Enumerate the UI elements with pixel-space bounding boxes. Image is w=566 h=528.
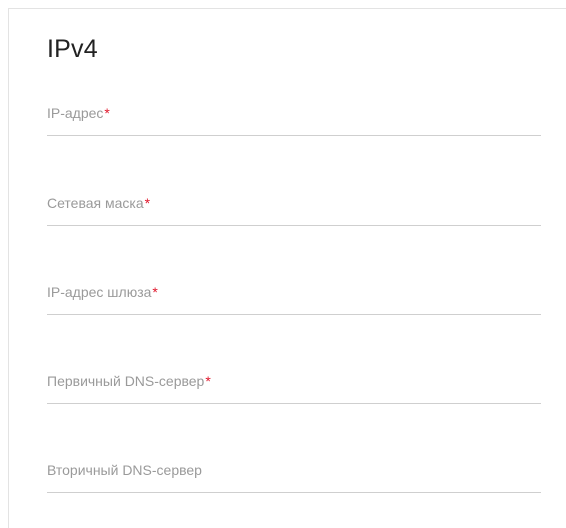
secondary-dns-underline bbox=[47, 492, 541, 493]
subnet-mask-field[interactable]: Сетевая маска* bbox=[47, 187, 541, 231]
gateway-ip-input[interactable] bbox=[47, 276, 541, 314]
secondary-dns-field[interactable]: Вторичный DNS-сервер bbox=[47, 454, 541, 498]
primary-dns-input[interactable] bbox=[47, 365, 541, 403]
primary-dns-underline bbox=[47, 403, 541, 404]
gateway-ip-underline bbox=[47, 314, 541, 315]
secondary-dns-input[interactable] bbox=[47, 454, 541, 492]
ipv4-settings-panel: IPv4 IP-адрес* Сетевая маска* IP-адрес ш… bbox=[8, 8, 566, 528]
subnet-mask-underline bbox=[47, 225, 541, 226]
gateway-ip-field[interactable]: IP-адрес шлюза* bbox=[47, 276, 541, 320]
section-title: IPv4 bbox=[47, 35, 98, 63]
subnet-mask-input[interactable] bbox=[47, 187, 541, 225]
ip-address-field[interactable]: IP-адрес* bbox=[47, 97, 541, 141]
primary-dns-field[interactable]: Первичный DNS-сервер* bbox=[47, 365, 541, 409]
ip-address-input[interactable] bbox=[47, 97, 541, 135]
ip-address-underline bbox=[47, 135, 541, 136]
